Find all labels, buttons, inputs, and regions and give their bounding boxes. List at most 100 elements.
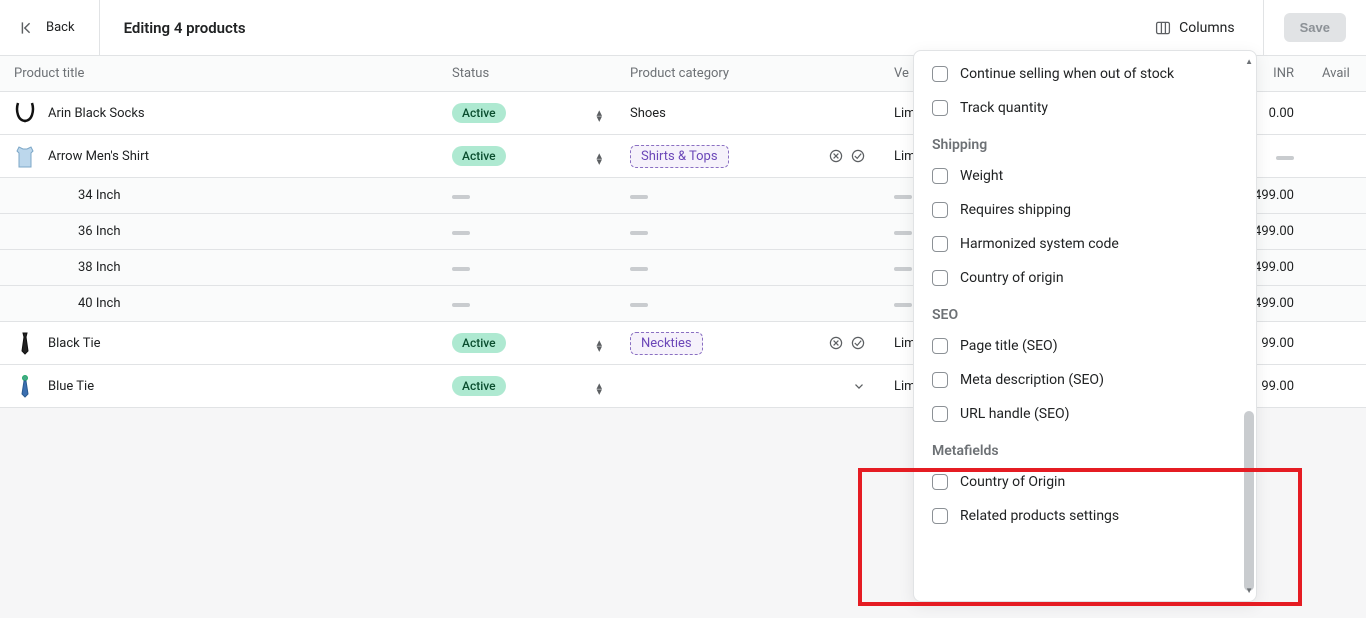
column-toggle-label: Requires shipping: [960, 202, 1071, 218]
price-value: 99.00: [1261, 379, 1294, 394]
checkbox-icon[interactable]: [932, 270, 948, 286]
select-caret-icon[interactable]: ▴▾: [596, 150, 602, 162]
variant-title: 34 Inch: [14, 188, 424, 203]
category-cell[interactable]: Shirts & Tops: [630, 145, 866, 168]
confirm-icon[interactable]: [850, 335, 866, 351]
checkbox-icon[interactable]: [932, 508, 948, 524]
status-badge: Active: [452, 103, 506, 123]
variant-title: 36 Inch: [14, 224, 424, 239]
confirm-icon[interactable]: [850, 148, 866, 164]
dash-icon: [630, 267, 648, 271]
back-label: Back: [46, 20, 75, 35]
category-cell[interactable]: Shoes: [630, 106, 866, 121]
checkbox-icon[interactable]: [932, 406, 948, 422]
checkbox-icon[interactable]: [932, 474, 948, 490]
dash-icon: [630, 231, 648, 235]
checkbox-icon[interactable]: [932, 372, 948, 388]
dash-icon: [452, 195, 470, 199]
column-toggle-label: Country of Origin: [960, 474, 1065, 490]
column-toggle-item[interactable]: Related products settings: [914, 499, 1256, 533]
category-tag[interactable]: Shirts & Tops: [630, 145, 729, 168]
column-toggle-label: Continue selling when out of stock: [960, 66, 1174, 82]
save-button[interactable]: Save: [1284, 13, 1346, 42]
variant-title: 40 Inch: [14, 296, 424, 311]
select-caret-icon[interactable]: ▴▾: [596, 380, 602, 392]
dash-icon: [630, 195, 648, 199]
checkbox-icon[interactable]: [932, 66, 948, 82]
scroll-up-icon[interactable]: ▲: [1245, 57, 1253, 66]
column-toggle-item[interactable]: Weight: [914, 159, 1256, 193]
back-button[interactable]: Back: [20, 0, 100, 56]
checkbox-icon[interactable]: [932, 338, 948, 354]
checkbox-icon[interactable]: [932, 202, 948, 218]
popover-heading: Shipping: [914, 125, 1256, 159]
status-badge: Active: [452, 333, 506, 353]
column-toggle-item[interactable]: Country of origin: [914, 261, 1256, 295]
product-title: Arin Black Socks: [48, 106, 145, 121]
select-caret-icon[interactable]: ▴▾: [596, 337, 602, 349]
column-toggle-label: Weight: [960, 168, 1003, 184]
column-toggle-label: Harmonized system code: [960, 236, 1119, 252]
scrollbar-thumb[interactable]: [1244, 411, 1254, 591]
category-tag[interactable]: Neckties: [630, 332, 703, 355]
dash-icon: [452, 231, 470, 235]
column-toggle-item[interactable]: Track quantity: [914, 91, 1256, 125]
dash-icon: [452, 303, 470, 307]
column-toggle-item[interactable]: Continue selling when out of stock: [914, 57, 1256, 91]
dash-icon: [894, 303, 912, 307]
category-cell[interactable]: [630, 379, 866, 393]
column-toggle-label: Meta description (SEO): [960, 372, 1104, 388]
popover-heading: Metafields: [914, 431, 1256, 465]
columns-icon: [1155, 20, 1171, 36]
product-title: Black Tie: [48, 336, 101, 351]
column-toggle-item[interactable]: URL handle (SEO): [914, 397, 1256, 431]
dash-icon: [1276, 156, 1294, 160]
status-cell[interactable]: Active ▴▾: [452, 103, 602, 123]
chevron-down-icon[interactable]: [852, 379, 866, 393]
dash-icon: [894, 231, 912, 235]
product-title: Blue Tie: [48, 379, 94, 394]
status-cell[interactable]: Active ▴▾: [452, 146, 602, 166]
category-text[interactable]: Shoes: [630, 106, 666, 121]
product-thumb: [14, 373, 36, 399]
column-toggle-item[interactable]: Meta description (SEO): [914, 363, 1256, 397]
columns-popover: Continue selling when out of stock Track …: [913, 50, 1257, 602]
product-thumb: [14, 100, 36, 126]
select-caret-icon[interactable]: ▴▾: [596, 107, 602, 119]
column-toggle-item[interactable]: Harmonized system code: [914, 227, 1256, 261]
col-header-category[interactable]: Product category: [616, 56, 880, 92]
status-badge: Active: [452, 376, 506, 396]
column-toggle-item[interactable]: Country of Origin: [914, 465, 1256, 499]
category-cell[interactable]: Neckties: [630, 332, 866, 355]
back-icon: [20, 20, 36, 36]
top-bar: Back Editing 4 products Columns Save: [0, 0, 1366, 56]
column-toggle-item[interactable]: Requires shipping: [914, 193, 1256, 227]
column-toggle-label: URL handle (SEO): [960, 406, 1070, 422]
popover-heading: SEO: [914, 295, 1256, 329]
column-toggle-label: Page title (SEO): [960, 338, 1058, 354]
status-cell[interactable]: Active ▴▾: [452, 333, 602, 353]
clear-icon[interactable]: [828, 148, 844, 164]
col-header-title[interactable]: Product title: [0, 56, 438, 92]
clear-icon[interactable]: [828, 335, 844, 351]
columns-button[interactable]: Columns: [1143, 0, 1263, 56]
status-cell[interactable]: Active ▴▾: [452, 376, 602, 396]
dash-icon: [894, 267, 912, 271]
col-header-available[interactable]: Avail: [1308, 56, 1366, 92]
column-toggle-label: Track quantity: [960, 100, 1048, 116]
product-thumb: [14, 143, 36, 169]
product-title: Arrow Men's Shirt: [48, 149, 149, 164]
checkbox-icon[interactable]: [932, 100, 948, 116]
column-toggle-label: Country of origin: [960, 270, 1064, 286]
checkbox-icon[interactable]: [932, 236, 948, 252]
column-toggle-label: Related products settings: [960, 508, 1119, 524]
price-value: 99.00: [1261, 336, 1294, 351]
column-toggle-item[interactable]: Page title (SEO): [914, 329, 1256, 363]
checkbox-icon[interactable]: [932, 168, 948, 184]
page-title: Editing 4 products: [124, 19, 246, 37]
dash-icon: [630, 303, 648, 307]
columns-label: Columns: [1179, 20, 1234, 36]
status-badge: Active: [452, 146, 506, 166]
scroll-down-icon[interactable]: ▼: [1245, 586, 1253, 595]
col-header-status[interactable]: Status: [438, 56, 616, 92]
